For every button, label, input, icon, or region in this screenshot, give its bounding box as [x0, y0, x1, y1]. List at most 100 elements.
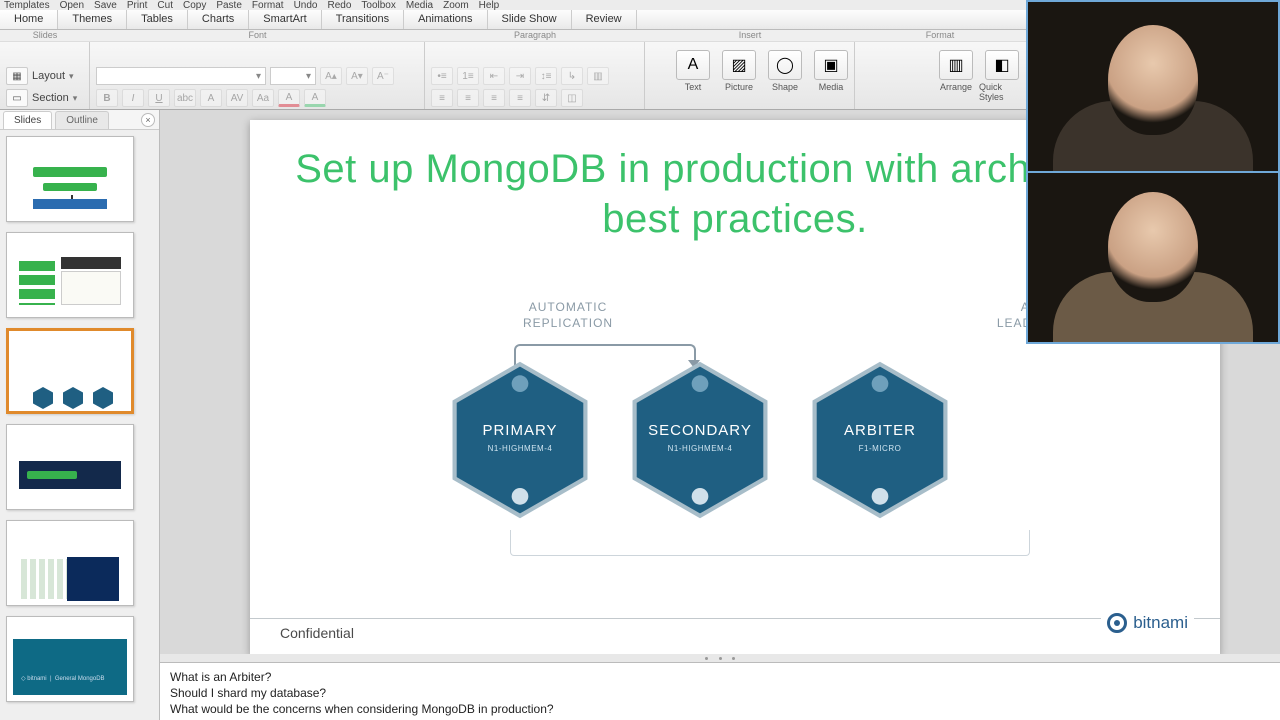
ribbon-tab-review[interactable]: Review: [572, 10, 637, 29]
panel-tab-slides[interactable]: Slides: [3, 111, 52, 129]
group-format: ▥Arrange◧Quick Styles: [855, 42, 1025, 109]
ribbon-tab-charts[interactable]: Charts: [188, 10, 249, 29]
indent-button[interactable]: ⇥: [509, 67, 531, 85]
node-secondary: SECONDARYN1-HIGHMEM-4: [630, 360, 770, 520]
strike-button[interactable]: abc: [174, 89, 196, 107]
speaker-notes[interactable]: What is an Arbiter?Should I shard my dat…: [160, 662, 1280, 720]
font-color-button[interactable]: A: [278, 89, 300, 107]
picture-icon: ▨: [722, 50, 756, 80]
section-dropdown[interactable]: Section: [32, 92, 69, 104]
align-right-button[interactable]: ≡: [483, 89, 505, 107]
menu-copy[interactable]: Copy: [183, 0, 206, 11]
highlight-button[interactable]: A: [304, 89, 326, 107]
spacing-button[interactable]: AV: [226, 89, 248, 107]
ribbon-tab-tables[interactable]: Tables: [127, 10, 188, 29]
arrange-icon: ▥: [939, 50, 973, 80]
shrink-font-button[interactable]: A▾: [346, 67, 368, 85]
underline-button[interactable]: U: [148, 89, 170, 107]
brand-text: bitnami: [1133, 613, 1188, 633]
menu-zoom[interactable]: Zoom: [443, 0, 469, 11]
smartart-convert-button[interactable]: ◫: [561, 89, 583, 107]
node-primary: PRIMARYN1-HIGHMEM-4: [450, 360, 590, 520]
font-family-dropdown[interactable]: ▾: [96, 67, 266, 85]
menu-help[interactable]: Help: [479, 0, 500, 11]
arrange-tool[interactable]: ▥Arrange: [933, 46, 979, 92]
thumbnail-list[interactable]: ◇ bitnami | General MongoDB: [0, 130, 159, 720]
group-header-font: Font: [90, 30, 425, 41]
group-header-format: Format: [855, 30, 1025, 41]
ribbon-tab-smartart[interactable]: SmartArt: [249, 10, 321, 29]
group-paragraph: •≡ 1≡ ⇤ ⇥ ↕≡ ↳ ▥ ≡ ≡ ≡ ≡ ⇵ ◫: [425, 42, 645, 109]
ribbon-tab-home[interactable]: Home: [0, 10, 58, 29]
confidential-label: Confidential: [280, 625, 354, 641]
footer-divider: [250, 618, 1220, 619]
media-tool[interactable]: ▣Media: [808, 46, 854, 92]
text-direction-button[interactable]: ↳: [561, 67, 583, 85]
bitnami-icon: [1107, 613, 1127, 633]
menu-templates[interactable]: Templates: [4, 0, 50, 11]
menu-open[interactable]: Open: [60, 0, 84, 11]
font-size-dropdown[interactable]: ▾: [270, 67, 316, 85]
node-arbiter: ARBITERF1-MICRO: [810, 360, 950, 520]
base-connector: [510, 530, 1030, 556]
ribbon-tab-transitions[interactable]: Transitions: [322, 10, 404, 29]
menu-undo[interactable]: Undo: [294, 0, 318, 11]
shadow-button[interactable]: A: [200, 89, 222, 107]
align-left-button[interactable]: ≡: [431, 89, 453, 107]
menu-save[interactable]: Save: [94, 0, 117, 11]
text-tool[interactable]: AText: [670, 46, 716, 92]
group-font: ▾ ▾ A▴ A▾ A⁻ B I U abc A AV Aa A A: [90, 42, 425, 109]
caption-replication: AUTOMATICREPLICATION: [468, 300, 668, 331]
section-icon[interactable]: ▭: [6, 89, 28, 107]
align-vert-button[interactable]: ⇵: [535, 89, 557, 107]
webcam-overlay: [1026, 0, 1280, 344]
slide-thumbnail-6[interactable]: ◇ bitnami | General MongoDB: [6, 616, 134, 702]
slide-thumbnail-1[interactable]: [6, 136, 134, 222]
picture-tool[interactable]: ▨Picture: [716, 46, 762, 92]
quick-styles-icon: ◧: [985, 50, 1019, 80]
align-center-button[interactable]: ≡: [457, 89, 479, 107]
grow-font-button[interactable]: A▴: [320, 67, 342, 85]
ribbon-tab-animations[interactable]: Animations: [404, 10, 487, 29]
slide-thumbnail-2[interactable]: [6, 232, 134, 318]
menu-toolbox[interactable]: Toolbox: [361, 0, 395, 11]
menu-media[interactable]: Media: [406, 0, 433, 11]
webcam-participant-2: [1028, 171, 1278, 342]
panel-tab-strip: Slides Outline ×: [0, 110, 159, 130]
shape-tool[interactable]: ◯Shape: [762, 46, 808, 92]
group-header-slides: Slides: [0, 30, 90, 41]
case-button[interactable]: Aa: [252, 89, 274, 107]
new-slide-icon[interactable]: ▦: [6, 67, 28, 85]
columns-button[interactable]: ▥: [587, 67, 609, 85]
group-slides: ▦ Layout ▾ ▭ Section ▾: [0, 42, 90, 109]
menu-format[interactable]: Format: [252, 0, 284, 11]
menu-print[interactable]: Print: [127, 0, 148, 11]
panel-tab-outline[interactable]: Outline: [55, 111, 109, 129]
notes-splitter[interactable]: [160, 654, 1280, 662]
media-icon: ▣: [814, 50, 848, 80]
menu-redo[interactable]: Redo: [327, 0, 351, 11]
italic-button[interactable]: I: [122, 89, 144, 107]
layout-dropdown[interactable]: Layout: [32, 70, 65, 82]
menu-cut[interactable]: Cut: [157, 0, 173, 11]
ribbon-tab-themes[interactable]: Themes: [58, 10, 127, 29]
quick-styles-tool[interactable]: ◧Quick Styles: [979, 46, 1025, 102]
slide-thumbnail-5[interactable]: [6, 520, 134, 606]
outdent-button[interactable]: ⇤: [483, 67, 505, 85]
panel-close-button[interactable]: ×: [141, 113, 155, 127]
bold-button[interactable]: B: [96, 89, 118, 107]
ribbon-tab-slide-show[interactable]: Slide Show: [488, 10, 572, 29]
line-spacing-button[interactable]: ↕≡: [535, 67, 557, 85]
numbering-button[interactable]: 1≡: [457, 67, 479, 85]
slide-thumbnail-4[interactable]: [6, 424, 134, 510]
group-header-insert: Insert: [645, 30, 855, 41]
webcam-participant-1: [1028, 2, 1278, 171]
bullets-button[interactable]: •≡: [431, 67, 453, 85]
slide-thumbnail-3[interactable]: [6, 328, 134, 414]
clear-format-button[interactable]: A⁻: [372, 67, 394, 85]
slides-panel: Slides Outline × ◇ bitnami | General Mon…: [0, 110, 160, 720]
menu-paste[interactable]: Paste: [216, 0, 242, 11]
group-header-paragraph: Paragraph: [425, 30, 645, 41]
brand-logo: bitnami: [1101, 613, 1194, 633]
justify-button[interactable]: ≡: [509, 89, 531, 107]
